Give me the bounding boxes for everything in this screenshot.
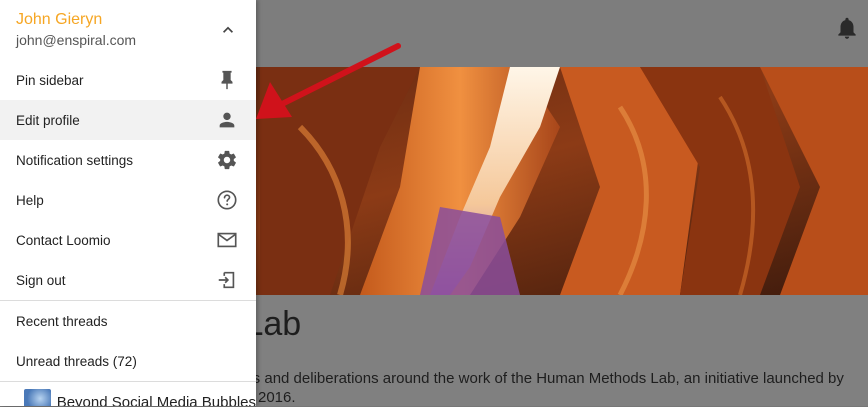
user-email: john@enspiral.com — [16, 32, 137, 48]
chevron-up-icon[interactable] — [218, 20, 238, 40]
notifications-bell-icon[interactable] — [834, 15, 860, 41]
group-name: Beyond Social Media Bubbles — [56, 393, 256, 407]
menu-item-label: Notification settings — [16, 152, 134, 168]
gear-icon — [218, 150, 236, 170]
recent-threads-label: Recent threads — [16, 313, 108, 329]
mail-icon — [217, 232, 237, 248]
sidebar-group-item[interactable]: Beyond Social Media Bubbles — [0, 382, 256, 406]
menu-item-label: Edit profile — [16, 112, 80, 128]
menu-item-label: Help — [16, 192, 44, 208]
recent-threads-link[interactable]: Recent threads — [0, 301, 256, 341]
help-icon — [217, 190, 237, 210]
menu-item-pin-sidebar[interactable]: Pin sidebar — [0, 60, 256, 100]
group-description: ons and deliberations around the work of… — [236, 369, 866, 407]
menu-item-help[interactable]: Help — [0, 180, 256, 220]
description-line-2: 2016. — [258, 389, 296, 406]
user-header[interactable]: John Gieryn john@enspiral.com — [0, 0, 256, 60]
menu-item-label: Contact Loomio — [16, 232, 111, 248]
user-sidebar: John Gieryn john@enspiral.com Pin sideba… — [0, 0, 256, 406]
menu-item-notification-settings[interactable]: Notification settings — [0, 140, 256, 180]
person-icon — [219, 112, 235, 128]
menu-item-edit-profile[interactable]: Edit profile — [0, 100, 256, 140]
unread-threads-link[interactable]: Unread threads (72) — [0, 341, 256, 381]
menu-item-label: Sign out — [16, 272, 66, 288]
description-line-1: ons and deliberations around the work of… — [236, 370, 844, 387]
pin-icon — [221, 70, 233, 90]
unread-threads-label: Unread threads (72) — [16, 353, 137, 369]
menu-item-sign-out[interactable]: Sign out — [0, 260, 256, 300]
menu-item-label: Pin sidebar — [16, 72, 84, 88]
group-thumbnail — [24, 389, 51, 406]
user-name: John Gieryn — [16, 11, 103, 28]
sign-out-icon — [218, 271, 235, 289]
menu-item-contact-loomio[interactable]: Contact Loomio — [0, 220, 256, 260]
